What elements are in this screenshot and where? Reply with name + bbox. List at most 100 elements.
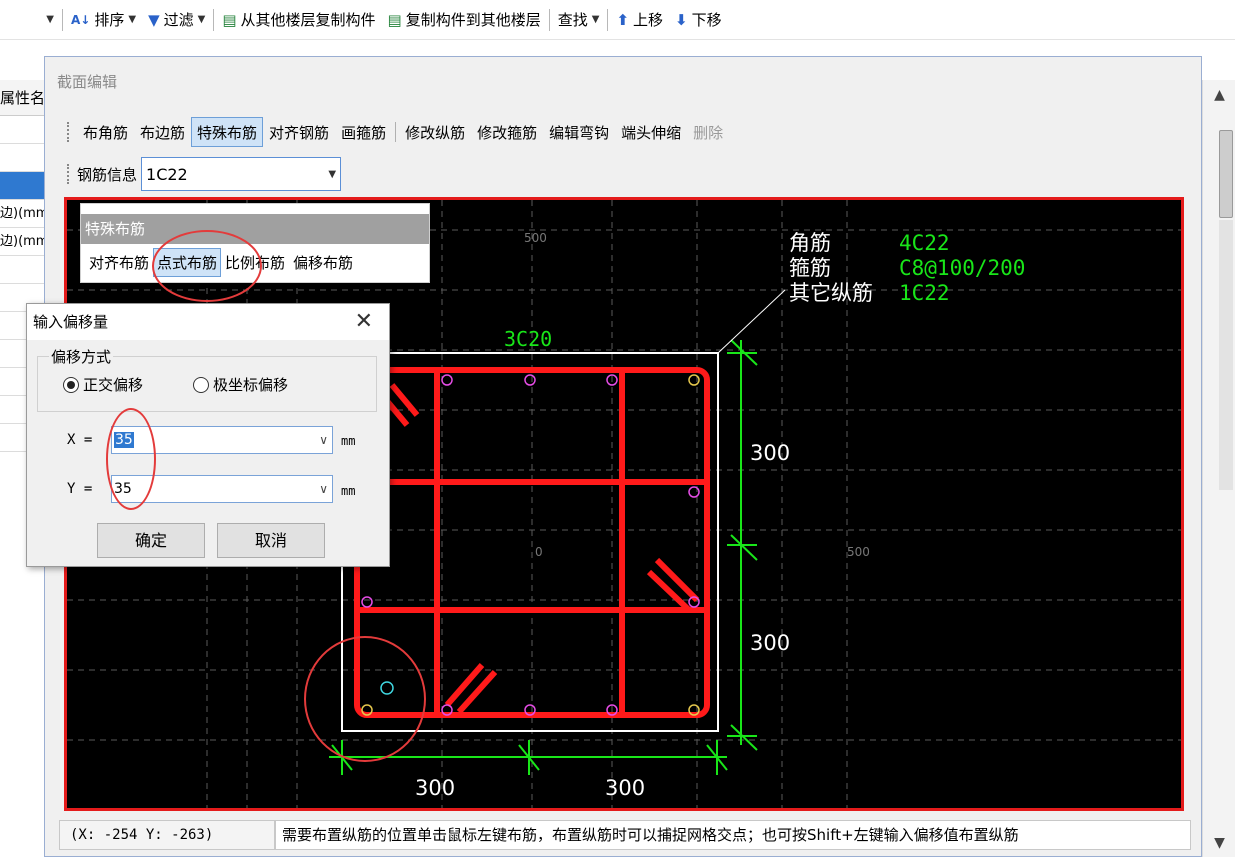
dimension-right-1: 300	[750, 441, 790, 465]
property-header: 属性名	[0, 80, 47, 116]
special-rebar-panel: 特殊布筋 对齐布筋 点式布筋 比例布筋 偏移布筋	[80, 203, 430, 283]
axis-label: 500	[524, 231, 547, 245]
point-rebar-option[interactable]: 点式布筋	[153, 247, 222, 277]
scroll-down-icon[interactable]: ▼	[1203, 830, 1235, 856]
move-up-button[interactable]: ⬆ 上移	[610, 6, 669, 34]
modify-longitudinal-button[interactable]: 修改纵筋	[399, 117, 471, 147]
filter-label: 过滤	[163, 11, 194, 29]
y-label: Y =	[67, 481, 93, 497]
legend-other-value: 1C22	[899, 281, 950, 305]
sort-button[interactable]: A↓ 排序 ▼	[65, 6, 142, 34]
property-row[interactable]: 边)(mm	[0, 200, 47, 228]
chevron-down-icon: ▼	[128, 14, 137, 25]
close-icon[interactable]: ✕	[355, 304, 373, 340]
copy-to-floor-icon: ▤	[387, 10, 402, 29]
legend-other-name: 其它纵筋	[789, 281, 873, 305]
rebar-info-row: 钢筋信息 1C22 ▼	[67, 157, 342, 191]
align-rebar-option[interactable]: 对齐布筋	[85, 248, 153, 277]
corner-rebar-button[interactable]: 布角筋	[77, 117, 134, 147]
property-row[interactable]	[0, 256, 47, 284]
edge-rebar-button[interactable]: 布边筋	[134, 117, 191, 147]
radio-unchecked-icon	[193, 376, 209, 393]
dimension-right-2: 300	[750, 631, 790, 655]
legend-stirrup-value: C8@100/200	[899, 256, 1025, 280]
editor-toolbar: 布角筋 布边筋 特殊布筋 对齐钢筋 画箍筋 修改纵筋 修改箍筋 编辑弯钩 端头伸…	[67, 115, 729, 149]
axis-label: 500	[847, 545, 870, 559]
copy-to-floor-button[interactable]: ▤ 复制构件到其他楼层	[382, 6, 547, 34]
find-label: 查找	[557, 11, 588, 29]
rebar-info-value: 1C22	[146, 164, 188, 184]
chevron-down-icon: ▼	[197, 14, 206, 25]
dimension-bottom-2: 300	[605, 776, 645, 800]
chevron-down-icon: ▼	[591, 14, 600, 25]
chevron-down-icon: ▼	[46, 14, 54, 25]
radio-polar[interactable]: 极坐标偏移	[193, 374, 288, 395]
toolbar-separator	[395, 122, 397, 142]
vertical-scrollbar[interactable]: ▲ ▼	[1202, 80, 1235, 857]
toolbar-separator	[213, 8, 215, 31]
radio-orthogonal[interactable]: 正交偏移	[63, 374, 143, 395]
y-offset-input[interactable]: 35 ∨	[111, 475, 333, 503]
top-toolbar: ▼ A↓ 排序 ▼ ▼ 过滤 ▼ ▤ 从其他楼层复制构件 ▤ 复制构件到其他楼层…	[0, 0, 1235, 40]
legend-stirrup-name: 箍筋	[789, 256, 831, 280]
x-unit: mm	[341, 434, 356, 448]
scroll-track[interactable]	[1219, 220, 1233, 490]
end-extend-button[interactable]: 端头伸缩	[615, 117, 687, 147]
rebar-info-select[interactable]: 1C22 ▼	[141, 157, 342, 191]
delete-button[interactable]: 删除	[687, 117, 729, 147]
property-row[interactable]	[0, 144, 47, 172]
chevron-down-icon[interactable]: ∨	[319, 482, 328, 496]
toolbar-grip[interactable]	[67, 164, 71, 184]
x-offset-value: 35	[114, 432, 134, 448]
radio-orthogonal-label: 正交偏移	[83, 376, 144, 394]
scroll-thumb[interactable]	[1219, 130, 1233, 218]
sort-az-icon: A↓	[71, 12, 91, 27]
offset-dialog: 输入偏移量 ✕ 偏移方式 正交偏移 极坐标偏移 X = 35 ∨ mm Y = …	[26, 303, 390, 567]
sort-label: 排序	[94, 11, 125, 29]
toolbar-grip[interactable]	[67, 122, 71, 142]
move-down-button[interactable]: ⬇ 下移	[669, 6, 728, 34]
view-dropdown[interactable]: ▼	[0, 6, 60, 34]
cursor-coordinates: (X: -254 Y: -263)	[59, 820, 275, 850]
special-rebar-options: 对齐布筋 点式布筋 比例布筋 偏移布筋	[81, 244, 429, 280]
edit-hook-button[interactable]: 编辑弯钩	[543, 117, 615, 147]
special-rebar-button[interactable]: 特殊布筋	[191, 117, 264, 147]
scroll-up-icon[interactable]: ▲	[1203, 82, 1235, 108]
arrow-up-icon: ⬆	[616, 10, 630, 29]
property-row[interactable]	[0, 172, 47, 200]
radio-polar-label: 极坐标偏移	[213, 376, 289, 394]
copy-from-floor-icon: ▤	[222, 10, 237, 29]
x-label: X =	[67, 432, 93, 448]
filter-icon: ▼	[148, 10, 160, 29]
ratio-rebar-option[interactable]: 比例布筋	[221, 248, 289, 277]
modify-stirrup-button[interactable]: 修改箍筋	[471, 117, 543, 147]
chevron-down-icon[interactable]: ▼	[328, 169, 336, 180]
chevron-down-icon[interactable]: ∨	[319, 433, 328, 447]
offset-rebar-option[interactable]: 偏移布筋	[289, 248, 357, 277]
top-rebar-label: 3C20	[504, 327, 552, 351]
draw-stirrup-button[interactable]: 画箍筋	[335, 117, 392, 147]
legend-corner-name: 角筋	[789, 231, 831, 255]
copy-from-floor-label: 从其他楼层复制构件	[240, 11, 376, 29]
cancel-button[interactable]: 取消	[217, 523, 325, 558]
y-unit: mm	[341, 484, 356, 498]
property-row[interactable]: 边)(mm	[0, 228, 47, 256]
editor-title: 截面编辑	[57, 73, 118, 91]
copy-from-floor-button[interactable]: ▤ 从其他楼层复制构件	[216, 6, 381, 34]
offset-mode-label: 偏移方式	[49, 346, 114, 367]
property-row[interactable]	[0, 116, 47, 144]
toolbar-separator	[62, 8, 63, 31]
radio-checked-icon	[63, 376, 79, 393]
align-rebar-button[interactable]: 对齐钢筋	[263, 117, 335, 147]
move-down-label: 下移	[691, 11, 722, 29]
legend-corner-value: 4C22	[899, 231, 950, 255]
dialog-title: 输入偏移量	[33, 313, 109, 331]
axis-label: 0	[535, 545, 543, 559]
app-window: ▼ A↓ 排序 ▼ ▼ 过滤 ▼ ▤ 从其他楼层复制构件 ▤ 复制构件到其他楼层…	[0, 0, 1235, 857]
find-button[interactable]: 查找 ▼	[552, 6, 606, 34]
ok-button[interactable]: 确定	[97, 523, 205, 558]
x-offset-input[interactable]: 35 ∨	[111, 426, 333, 454]
rebars	[361, 374, 700, 716]
toolbar-separator	[607, 8, 609, 31]
filter-button[interactable]: ▼ 过滤 ▼	[142, 6, 211, 34]
